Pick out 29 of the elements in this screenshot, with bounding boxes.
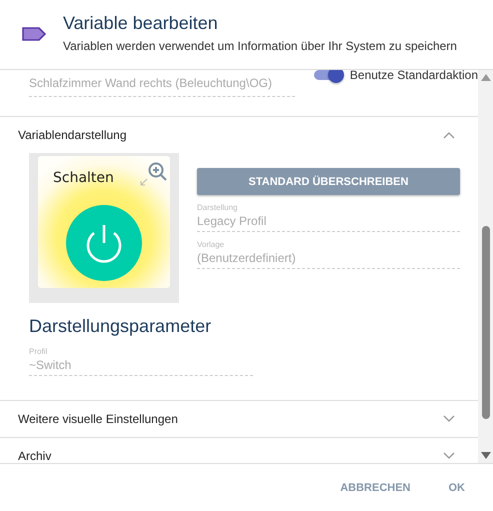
input-field[interactable]: (Benutzerdefiniert) xyxy=(197,249,460,269)
scrollbar-thumb[interactable] xyxy=(482,226,490,419)
ok-button[interactable]: OK xyxy=(442,478,471,498)
power-button-icon[interactable] xyxy=(66,205,142,281)
toggle-switch[interactable] xyxy=(314,70,342,80)
section-header[interactable]: Variablendarstellung xyxy=(18,128,127,142)
section-heading: Darstellungsparameter xyxy=(29,316,212,337)
override-default-button[interactable]: STANDARD ÜBERSCHREIBEN xyxy=(197,168,460,195)
dialog-title: Variable bearbeiten xyxy=(63,13,219,34)
variable-tag-icon xyxy=(22,26,46,42)
scroll-up-icon[interactable] xyxy=(480,74,490,81)
field-label: Vorlage xyxy=(197,240,226,249)
section-header[interactable]: Weitere visuelle Einstellungen xyxy=(18,412,178,426)
preview-label: Schalten xyxy=(53,170,114,186)
chevron-icon[interactable] xyxy=(443,131,455,139)
input-field[interactable]: ~Switch xyxy=(29,356,253,376)
dialog-subtitle: Variablen werden verwendet um Information über Ihr System zu speichern xyxy=(63,39,457,53)
scroll-down-icon[interactable] xyxy=(480,452,490,459)
chevron-icon[interactable] xyxy=(443,415,455,423)
field-label: Darstellung xyxy=(197,203,238,212)
cancel-button[interactable]: ABBRECHEN xyxy=(334,478,416,498)
zoom-in-icon[interactable] xyxy=(139,161,169,187)
scrollbar[interactable] xyxy=(478,70,493,463)
section-header[interactable]: Archiv xyxy=(18,449,52,463)
field-label: Profil xyxy=(29,347,48,356)
input-field[interactable]: Legacy Profil xyxy=(197,212,460,232)
toggle-label: Benutze Standardaktion xyxy=(350,70,478,82)
chevron-icon[interactable] xyxy=(443,452,455,460)
input-field[interactable]: Schlafzimmer Wand rechts (Beleuchtung\OG) xyxy=(29,74,295,97)
